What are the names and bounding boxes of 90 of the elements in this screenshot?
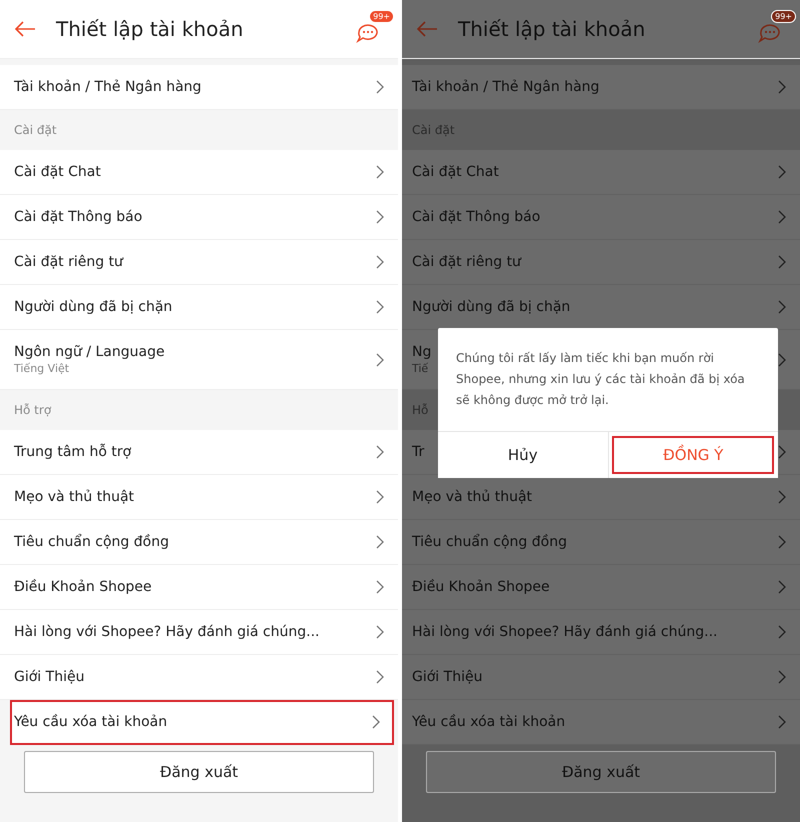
item-label: Tr [412,444,424,460]
menu-item[interactable]: Tiêu chuẩn cộng đồng [402,520,800,565]
back-arrow-icon[interactable] [416,21,438,37]
menu-item[interactable]: Tài khoản / Thẻ Ngân hàng [0,65,398,110]
item-value: Tiếng Việt [14,362,70,375]
chevron-icon [376,490,384,504]
chevron-icon [376,352,384,366]
item-label: Ngôn ngữ / Language [14,344,165,360]
item-label: Cài đặt Chat [412,164,499,180]
item-label: Yêu cầu xóa tài khoản [14,714,168,730]
menu-item[interactable]: Ngôn ngữ / Language Tiếng Việt [0,330,398,390]
item-label: Tiêu chuẩn cộng đồng [14,534,169,550]
chevron-icon [376,80,384,94]
item-label: Điều Khoản Shopee [412,579,550,595]
menu-item[interactable]: Mẹo và thủ thuật [0,475,398,520]
chevron-icon [778,300,786,314]
chevron-icon [778,490,786,504]
chevron-icon [376,535,384,549]
menu-item[interactable]: Yêu cầu xóa tài khoản [10,700,394,745]
menu-item[interactable]: Trung tâm hỗ trợ [0,430,398,475]
menu-item[interactable]: Điều Khoản Shopee [0,565,398,610]
notification-badge: 99+ [771,10,796,23]
item-label: Hài lòng với Shopee? Hãy đánh giá chúng... [14,624,320,640]
item-label: Mẹo và thủ thuật [14,489,134,505]
item-value: Tiế [412,362,428,375]
menu-item[interactable]: Cài đặt Chat [0,150,398,195]
confirm-button[interactable]: ĐỒNG Ý [608,432,778,478]
chevron-icon [376,165,384,179]
item-label: Yêu cầu xóa tài khoản [412,714,566,730]
item-label: Cài đặt Chat [14,164,101,180]
item-label: Người dùng đã bị chặn [14,299,172,315]
chevron-icon [778,80,786,94]
chevron-icon [778,580,786,594]
item-label: Cài đặt riêng tư [412,254,521,270]
menu-item[interactable]: Giới Thiệu [402,655,800,700]
menu-item[interactable]: Cài đặt riêng tư [0,240,398,285]
logout-button[interactable]: Đăng xuất [24,751,374,793]
chevron-icon [372,715,380,729]
menu-item[interactable]: Hài lòng với Shopee? Hãy đánh giá chúng... [0,610,398,655]
notification-badge: 99+ [369,10,394,23]
chevron-icon [376,625,384,639]
menu-item[interactable]: Điều Khoản Shopee [402,565,800,610]
item-label: Cài đặt riêng tư [14,254,123,270]
dialog-message: Chúng tôi rất lấy làm tiếc khi bạn muốn rời Shopee, nhưng xin lưu ý các tài khoản đã bị xóa sẽ không được mở trở lại. [455,350,746,409]
chevron-icon [778,670,786,684]
menu-item[interactable]: Tài khoản / Thẻ Ngân hàng [402,65,800,110]
item-label: Tiêu chuẩn cộng đồng [412,534,567,550]
logout-button[interactable]: Đăng xuất [426,751,776,793]
item-label: Ng [412,344,432,360]
menu-item[interactable]: Yêu cầu xóa tài khoản [402,700,800,745]
chevron-icon [778,210,786,224]
chevron-icon [376,210,384,224]
chevron-icon [376,445,384,459]
item-label: Điều Khoản Shopee [14,579,152,595]
chevron-icon [778,625,786,639]
chevron-icon [376,300,384,314]
back-arrow-icon[interactable] [14,21,36,37]
chevron-icon [376,580,384,594]
chevron-icon [778,535,786,549]
page-title: Thiết lập tài khoản [56,17,244,41]
menu-item[interactable]: Cài đặt Chat [402,150,800,195]
chevron-icon [376,255,384,269]
menu-item[interactable]: Cài đặt Thông báo [402,195,800,240]
section-header: Hỗ trợ [14,403,52,417]
chevron-icon [778,715,786,729]
menu-item[interactable]: Người dùng đã bị chặn [0,285,398,330]
item-label: Mẹo và thủ thuật [412,489,532,505]
item-label: Cài đặt Thông báo [412,209,540,225]
item-label: Người dùng đã bị chặn [412,299,570,315]
item-label: Hài lòng với Shopee? Hãy đánh giá chúng... [412,624,718,640]
item-label: Giới Thiệu [412,669,482,685]
item-label: Tài khoản / Thẻ Ngân hàng [14,79,202,95]
menu-item[interactable]: Cài đặt riêng tư [402,240,800,285]
menu-item[interactable]: Giới Thiệu [0,655,398,700]
chevron-icon [778,352,786,366]
chevron-icon [778,255,786,269]
item-label: Trung tâm hỗ trợ [14,444,132,460]
menu-item[interactable]: Cài đặt Thông báo [0,195,398,240]
menu-item[interactable]: Hài lòng với Shopee? Hãy đánh giá chúng... [402,610,800,655]
page-title: Thiết lập tài khoản [458,17,646,41]
menu-item[interactable]: Mẹo và thủ thuật [402,475,800,520]
chevron-icon [778,445,786,459]
menu-item[interactable]: Người dùng đã bị chặn [402,285,800,330]
menu-item[interactable]: Tiêu chuẩn cộng đồng [0,520,398,565]
item-label: Tài khoản / Thẻ Ngân hàng [412,79,600,95]
chevron-icon [778,165,786,179]
chevron-icon [376,670,384,684]
item-label: Cài đặt Thông báo [14,209,142,225]
section-header: Cài đặt [14,123,57,137]
item-label: Giới Thiệu [14,669,84,685]
